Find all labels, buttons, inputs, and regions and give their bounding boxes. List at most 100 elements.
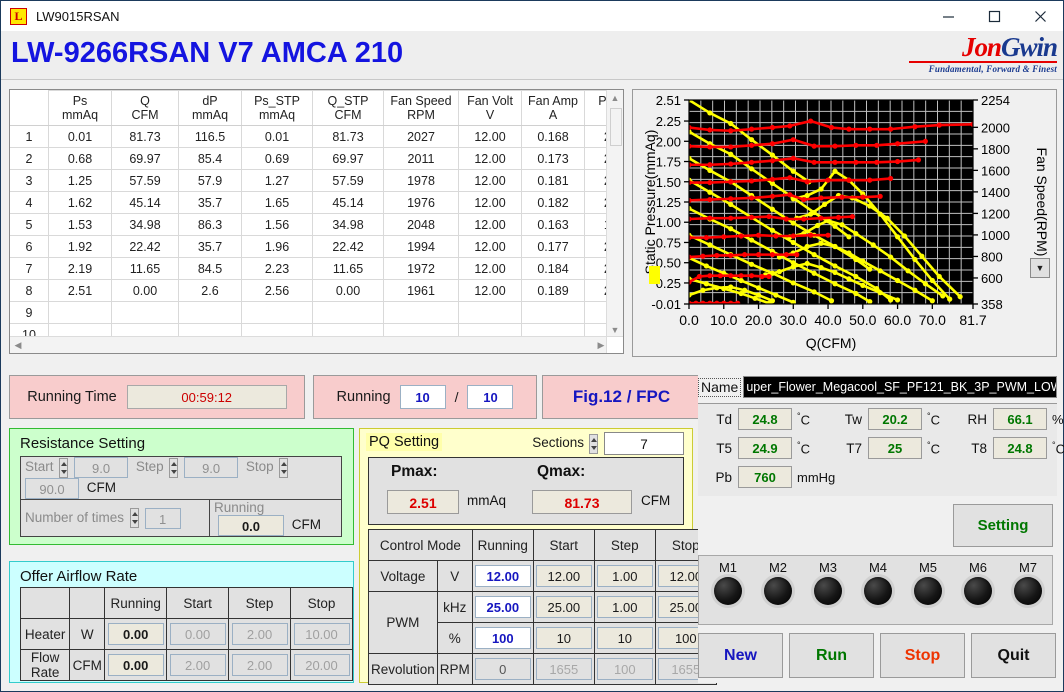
table-cell[interactable]: 12.00 (458, 125, 522, 148)
table-cell[interactable]: 11.65 (111, 257, 179, 280)
table-cell[interactable]: 0.182 (521, 191, 585, 214)
table-cell[interactable]: 2048 (383, 213, 459, 236)
table-cell[interactable]: 0.173 (521, 147, 585, 170)
table-cell[interactable]: 57.59 (312, 169, 384, 192)
table-cell[interactable]: 0.184 (521, 257, 585, 280)
table-cell[interactable]: 2.23 (241, 257, 313, 280)
table-row[interactable]: 51.5334.9886.31.5634.98204812.000.1631.9… (10, 213, 623, 236)
table-cell[interactable]: 57.59 (111, 169, 179, 192)
table-row[interactable]: 72.1911.6584.52.2311.65197212.000.1842.2… (10, 257, 623, 280)
table-cell[interactable]: 1.92 (48, 235, 112, 258)
table-cell[interactable]: 12.00 (458, 213, 522, 236)
table-cell[interactable]: 0.00 (312, 279, 384, 302)
step-input[interactable]: 9.0 (184, 457, 239, 478)
table-cell[interactable]: 57.9 (178, 169, 242, 192)
table-cell[interactable]: 116.5 (178, 125, 242, 148)
table-cell[interactable]: 81.73 (312, 125, 384, 148)
table-cell[interactable]: 45.14 (312, 191, 384, 214)
table-cell[interactable] (241, 301, 313, 324)
table-cell[interactable]: 12.00 (458, 169, 522, 192)
table-cell[interactable]: 1961 (383, 279, 459, 302)
stop-input[interactable]: 90.0 (25, 478, 79, 499)
table-cell[interactable]: 0.163 (521, 213, 585, 236)
table-cell[interactable] (458, 301, 522, 324)
minimize-icon[interactable] (925, 1, 971, 31)
table-cell[interactable] (521, 301, 585, 324)
table-cell[interactable]: 12.00 (458, 279, 522, 302)
table-cell[interactable]: 69.97 (111, 147, 179, 170)
memory-button-m3[interactable]: M3 (803, 560, 853, 605)
table-cell[interactable]: 1.65 (241, 191, 313, 214)
table-cell[interactable]: 0.68 (48, 147, 112, 170)
new-button[interactable]: New (698, 633, 783, 678)
table-cell[interactable]: 2011 (383, 147, 459, 170)
scroll-up-icon[interactable]: ▲ (607, 90, 623, 106)
table-cell[interactable]: 34.98 (111, 213, 179, 236)
table-cell[interactable]: 2.19 (48, 257, 112, 280)
control-step-field[interactable]: 1.00 (596, 596, 653, 618)
table-cell[interactable]: 0.181 (521, 169, 585, 192)
table-cell[interactable]: 2027 (383, 125, 459, 148)
table-cell[interactable]: 69.97 (312, 147, 384, 170)
table-cell[interactable]: 1.56 (241, 213, 313, 236)
table-cell[interactable] (383, 301, 459, 324)
memory-button-m1[interactable]: M1 (703, 560, 753, 605)
table-horizontal-scrollbar[interactable]: ◀ ▶ (10, 336, 623, 353)
control-start-field[interactable]: 10 (535, 627, 592, 649)
table-cell[interactable]: 12.00 (458, 257, 522, 280)
table-cell[interactable]: 35.7 (178, 235, 242, 258)
airflow-step-field[interactable]: 2.00 (231, 623, 288, 645)
table-cell[interactable]: 1.62 (48, 191, 112, 214)
table-cell[interactable]: 22.42 (111, 235, 179, 258)
sections-input[interactable]: 7 (604, 432, 684, 455)
table-cell[interactable] (48, 301, 112, 324)
close-icon[interactable] (1017, 1, 1063, 31)
table-cell[interactable]: 1.27 (241, 169, 313, 192)
memory-button-m6[interactable]: M6 (953, 560, 1003, 605)
table-cell[interactable] (312, 301, 384, 324)
table-cell[interactable]: 0.177 (521, 235, 585, 258)
times-input[interactable]: 1 (144, 507, 181, 529)
table-cell[interactable]: 12.00 (458, 147, 522, 170)
table-cell[interactable]: 1.53 (48, 213, 112, 236)
start-input[interactable]: 9.0 (74, 457, 129, 478)
table-cell[interactable]: 22.42 (312, 235, 384, 258)
control-running-field[interactable]: 25.00 (474, 596, 531, 618)
chart-scale-down-button[interactable]: ▼ (1030, 258, 1050, 278)
control-start-field[interactable]: 12.00 (535, 565, 592, 587)
control-step-field[interactable]: 1.00 (596, 565, 653, 587)
table-row[interactable]: 31.2557.5957.91.2757.59197812.000.1812.1… (10, 169, 623, 192)
control-running-field[interactable]: 100 (474, 627, 531, 649)
table-cell[interactable]: 12.00 (458, 235, 522, 258)
table-cell[interactable] (178, 301, 242, 324)
start-stepper[interactable] (59, 457, 69, 478)
airflow-step-field[interactable]: 2.00 (231, 654, 288, 676)
table-row[interactable]: 10.0181.73116.50.0181.73202712.000.1682.… (10, 125, 623, 148)
scroll-thumb[interactable] (610, 108, 622, 146)
scroll-left-icon[interactable]: ◀ (10, 337, 26, 353)
table-cell[interactable]: 34.98 (312, 213, 384, 236)
table-cell[interactable]: 11.65 (312, 257, 384, 280)
stop-stepper[interactable] (279, 457, 289, 478)
table-row[interactable]: 20.6869.9785.40.6969.97201112.000.1732.0… (10, 147, 623, 170)
table-cell[interactable]: 85.4 (178, 147, 242, 170)
table-cell[interactable]: 2.51 (48, 279, 112, 302)
table-row[interactable]: 61.9222.4235.71.9622.42199412.000.1772.1… (10, 235, 623, 258)
table-cell[interactable]: 35.7 (178, 191, 242, 214)
table-cell[interactable]: 2.56 (241, 279, 313, 302)
step-stepper[interactable] (169, 457, 179, 478)
table-cell[interactable]: 1976 (383, 191, 459, 214)
table-cell[interactable]: 0.189 (521, 279, 585, 302)
control-start-field[interactable]: 25.00 (535, 596, 592, 618)
figure-label-box[interactable]: Fig.12 / FPC (542, 375, 701, 419)
table-cell[interactable]: 81.73 (111, 125, 179, 148)
table-cell[interactable]: 0.69 (241, 147, 313, 170)
airflow-start-field[interactable]: 0.00 (169, 623, 226, 645)
times-stepper[interactable] (129, 508, 139, 528)
table-cell[interactable]: 0.00 (111, 279, 179, 302)
table-cell[interactable] (111, 301, 179, 324)
sections-stepper[interactable] (589, 434, 598, 454)
table-vertical-scrollbar[interactable]: ▲ ▼ (606, 90, 623, 338)
table-cell[interactable]: 84.5 (178, 257, 242, 280)
table-cell[interactable]: 0.01 (48, 125, 112, 148)
